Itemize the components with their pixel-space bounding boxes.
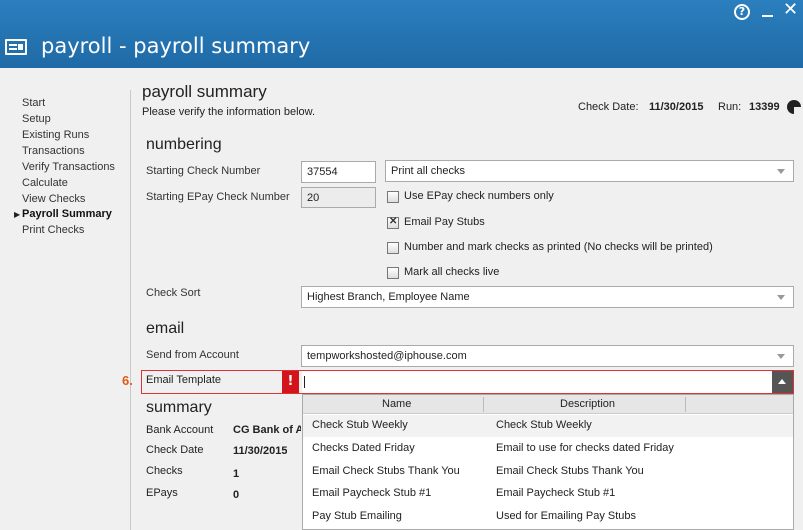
template-name: Email Paycheck Stub #1 — [312, 487, 432, 499]
close-icon[interactable]: ✕ — [783, 1, 798, 19]
use-epay-numbers-label: Use EPay check numbers only — [404, 190, 554, 202]
title-bar: payroll - payroll summary ? ✕ — [0, 0, 803, 68]
template-name: Check Stub Weekly — [312, 419, 408, 431]
email-template-label: Email Template — [146, 374, 221, 386]
check-date-value: 11/30/2015 — [649, 101, 704, 113]
email-heading: email — [146, 320, 185, 337]
list-item[interactable]: Checks Dated Friday Email to use for che… — [303, 438, 793, 460]
window-title: payroll - payroll summary — [41, 34, 311, 58]
check-date-label: Check Date: — [578, 101, 639, 113]
template-description: Used for Emailing Pay Stubs — [496, 510, 637, 522]
page-subtitle: Please verify the information below. — [142, 106, 316, 118]
column-header-name[interactable]: Name — [382, 398, 411, 410]
sidebar-item-start[interactable]: Start — [22, 97, 45, 109]
template-description: Email Paycheck Stub #1 — [496, 487, 616, 499]
mark-checks-live-label: Mark all checks live — [404, 266, 500, 278]
bank-account-label: Bank Account — [146, 424, 214, 436]
sidebar-item-transactions[interactable]: Transactions — [22, 145, 85, 157]
send-from-value: tempworkshosted@iphouse.com — [307, 350, 467, 362]
print-option-select[interactable]: Print all checks — [385, 160, 794, 182]
print-option-value: Print all checks — [391, 165, 465, 177]
wizard-steps-sidebar: Start Setup Existing Runs Transactions V… — [0, 68, 131, 530]
template-name: Checks Dated Friday — [312, 442, 415, 454]
starting-check-input[interactable]: 37554 — [301, 161, 376, 183]
template-description: Email to use for checks dated Friday — [496, 442, 674, 454]
checks-label: Checks — [146, 465, 183, 477]
list-item[interactable]: Email Check Stubs Thank You Email Check … — [303, 461, 793, 483]
check-sort-select[interactable]: Highest Branch, Employee Name — [301, 286, 794, 308]
sidebar-item-print-checks[interactable]: Print Checks — [22, 224, 84, 236]
checks-value: 1 — [233, 468, 240, 480]
sidebar-item-calculate[interactable]: Calculate — [22, 177, 68, 189]
sidebar-item-payroll-summary[interactable]: Payroll Summary — [22, 208, 112, 220]
sidebar-item-setup[interactable]: Setup — [22, 113, 51, 125]
warning-icon: ! — [282, 371, 299, 393]
list-item[interactable]: Pay Stub Emailing Used for Emailing Pay … — [303, 506, 793, 528]
email-template-input[interactable] — [302, 371, 773, 393]
send-from-label: Send from Account — [146, 349, 239, 361]
chevron-down-icon — [777, 295, 785, 300]
template-name: Pay Stub Emailing — [312, 510, 402, 522]
number-mark-printed-label: Number and mark checks as printed (No ch… — [404, 241, 713, 253]
text-cursor — [304, 376, 305, 388]
page-title: payroll summary — [142, 82, 267, 101]
step-number: 6. — [122, 373, 133, 388]
template-name: Email Check Stubs Thank You — [312, 465, 460, 477]
help-icon[interactable]: ? — [734, 4, 750, 20]
summary-check-date-value: 11/30/2015 — [233, 445, 288, 457]
dropdown-toggle-button[interactable] — [772, 371, 793, 393]
email-pay-stubs-label: Email Pay Stubs — [404, 216, 485, 228]
check-sort-value: Highest Branch, Employee Name — [307, 291, 470, 303]
main-content: payroll summary Please verify the inform… — [122, 68, 803, 530]
summary-check-date-label: Check Date — [146, 444, 204, 456]
dropdown-header: Name Description — [303, 395, 793, 414]
run-value: 13399 — [749, 101, 780, 113]
bank-account-value: CG Bank of A — [233, 424, 301, 436]
payroll-check-icon — [5, 39, 27, 55]
active-step-arrow-icon: ▶ — [14, 210, 21, 219]
sidebar-item-verify-transactions[interactable]: Verify Transactions — [22, 161, 115, 173]
epays-label: EPays — [146, 487, 178, 499]
run-status-icon — [787, 100, 801, 114]
template-description: Email Check Stubs Thank You — [496, 465, 644, 477]
column-header-description[interactable]: Description — [560, 398, 615, 410]
column-separator — [685, 397, 686, 412]
send-from-select[interactable]: tempworkshosted@iphouse.com — [301, 345, 794, 367]
numbering-heading: numbering — [146, 136, 222, 153]
starting-check-label: Starting Check Number — [146, 165, 261, 177]
starting-epay-label: Starting EPay Check Number — [146, 191, 290, 203]
checkbox-icon[interactable] — [387, 267, 399, 279]
sidebar-item-existing-runs[interactable]: Existing Runs — [22, 129, 89, 141]
summary-heading: summary — [146, 399, 212, 416]
sidebar-item-view-checks[interactable]: View Checks — [22, 193, 85, 205]
chevron-down-icon — [777, 354, 785, 359]
checkbox-icon[interactable] — [387, 191, 399, 203]
checkbox-checked-icon[interactable] — [387, 216, 399, 229]
epays-value: 0 — [233, 489, 240, 501]
column-separator — [483, 397, 484, 412]
email-template-dropdown: Name Description Check Stub Weekly Check… — [302, 394, 794, 530]
checkbox-icon[interactable] — [387, 242, 399, 254]
template-description: Check Stub Weekly — [496, 419, 592, 431]
starting-epay-input[interactable]: 20 — [301, 187, 376, 208]
chevron-down-icon — [777, 169, 785, 174]
minimize-icon[interactable] — [762, 15, 773, 17]
list-item[interactable]: Check Stub Weekly Check Stub Weekly — [303, 415, 793, 437]
run-label: Run: — [718, 101, 742, 113]
list-item[interactable]: Email Paycheck Stub #1 Email Paycheck St… — [303, 483, 793, 505]
check-sort-label: Check Sort — [146, 287, 201, 299]
